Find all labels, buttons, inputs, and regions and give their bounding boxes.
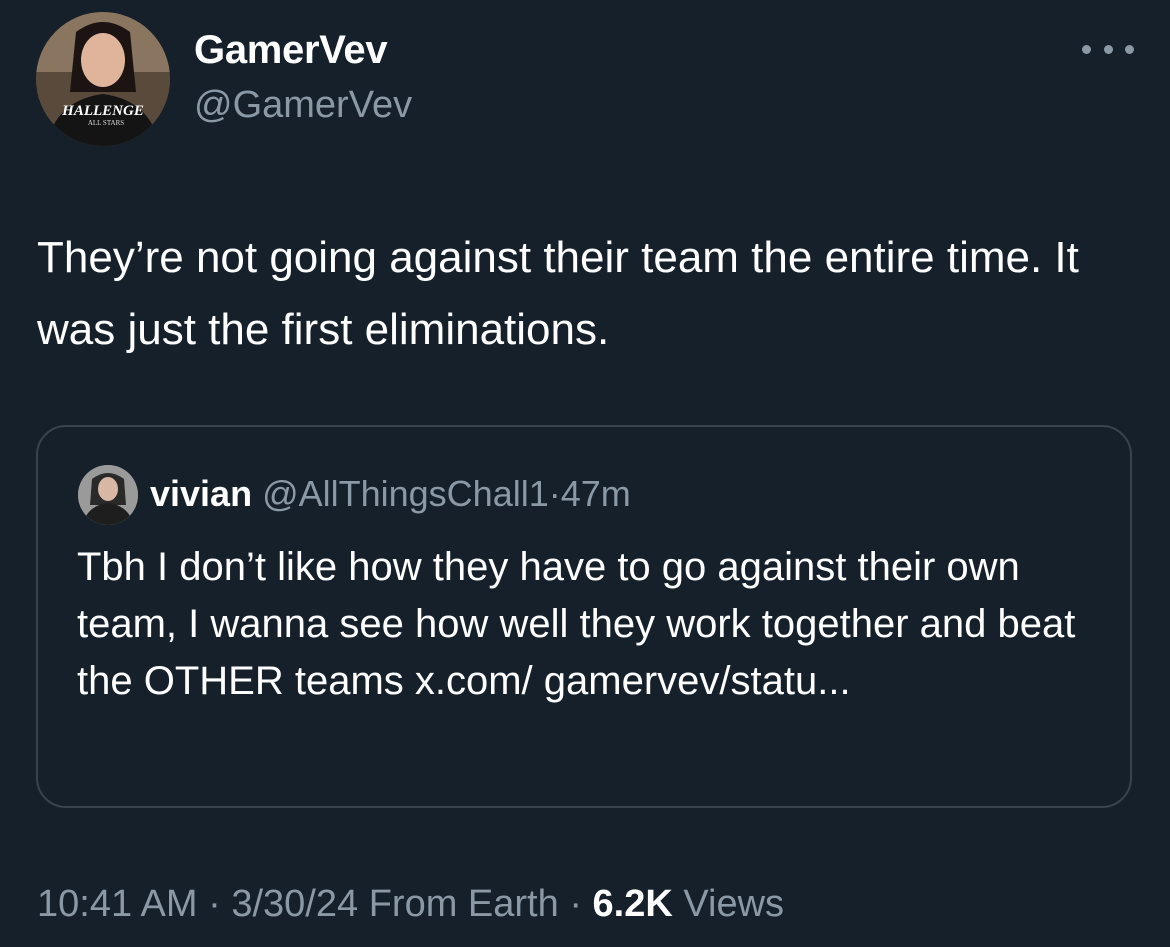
- quoted-author-avatar[interactable]: [78, 465, 138, 525]
- quoted-tweet-card[interactable]: vivian @AllThingsChall1·47m Tbh I don’t …: [36, 425, 1132, 808]
- tweet-text: They’re not going against their team the…: [37, 233, 1079, 354]
- author-avatar[interactable]: HALLENGE ALL STARS: [36, 12, 170, 146]
- more-horizontal-icon: [1103, 44, 1113, 54]
- more-horizontal-icon: [1125, 44, 1134, 54]
- quoted-tweet-time[interactable]: 47m: [561, 473, 631, 514]
- more-options-button[interactable]: [1082, 34, 1134, 64]
- author-display-name[interactable]: GamerVev: [194, 28, 388, 73]
- tweet-time[interactable]: 10:41 AM: [37, 883, 198, 925]
- quoted-author-name[interactable]: vivian: [150, 473, 252, 514]
- author-handle[interactable]: @GamerVev: [194, 84, 412, 127]
- svg-text:ALL STARS: ALL STARS: [88, 119, 124, 127]
- more-horizontal-icon: [1082, 44, 1091, 54]
- separator-dot: ·: [569, 883, 582, 925]
- quoted-tweet-text: Tbh I don’t like how they have to go aga…: [77, 545, 1076, 703]
- separator-dot: ·: [208, 883, 221, 925]
- quoted-author-handle[interactable]: @AllThingsChall1: [262, 473, 549, 514]
- views-label[interactable]: Views: [683, 883, 784, 925]
- quoted-tweet-header: vivian @AllThingsChall1·47m: [150, 473, 631, 515]
- views-count[interactable]: 6.2K: [593, 883, 673, 925]
- tweet-source: From Earth: [368, 883, 559, 925]
- svg-text:HALLENGE: HALLENGE: [61, 103, 144, 119]
- tweet-date[interactable]: 3/30/24: [231, 883, 358, 925]
- tweet-meta: 10:41 AM · 3/30/24 From Earth · 6.2K Vie…: [37, 883, 784, 926]
- separator-dot: ·: [548, 473, 561, 514]
